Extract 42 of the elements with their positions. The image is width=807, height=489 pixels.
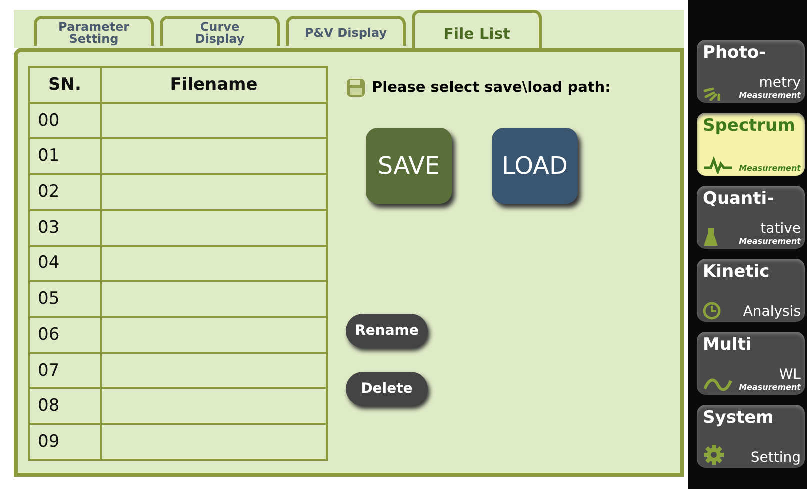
- tab[interactable]: P&V Display: [286, 16, 406, 46]
- table-cell[interactable]: [101, 210, 327, 246]
- sidebar-item[interactable]: Quanti- tative Measurement: [697, 186, 805, 249]
- table-cell: 09: [29, 424, 101, 460]
- tab[interactable]: File List: [412, 10, 542, 48]
- sidebar-item[interactable]: Kinetic Analysis: [697, 259, 805, 322]
- sidebar-item[interactable]: Photo- metry Measurement: [697, 40, 805, 103]
- table-cell: 06: [29, 317, 101, 353]
- table-cell: 08: [29, 388, 101, 424]
- table-cell[interactable]: [101, 246, 327, 282]
- table-cell[interactable]: [101, 388, 327, 424]
- table-cell: 00: [29, 102, 101, 138]
- rename-button[interactable]: Rename: [346, 314, 428, 348]
- path-prompt: Please select save\load path:: [372, 80, 611, 96]
- table-cell[interactable]: [101, 102, 327, 138]
- tab[interactable]: Parameter Setting: [34, 16, 154, 46]
- column-header: Filename: [101, 67, 327, 103]
- table-cell: 04: [29, 246, 101, 282]
- wave-icon: [703, 377, 733, 393]
- table-cell[interactable]: [101, 174, 327, 210]
- save-button[interactable]: SAVE: [366, 128, 452, 204]
- table-cell: 03: [29, 210, 101, 246]
- table-cell[interactable]: [101, 424, 327, 460]
- table-cell: 01: [29, 138, 101, 174]
- tab[interactable]: Curve Display: [160, 16, 280, 46]
- pulse-icon: [703, 156, 733, 174]
- load-button[interactable]: LOAD: [492, 128, 578, 204]
- column-header: SN.: [29, 67, 101, 103]
- table-cell: 05: [29, 281, 101, 318]
- sidebar-item[interactable]: Multi WL Measurement: [697, 332, 805, 395]
- table-cell[interactable]: [101, 352, 327, 388]
- sidebar-item[interactable]: System Setting: [697, 405, 805, 468]
- table-cell[interactable]: [101, 281, 327, 318]
- clock-icon: [703, 302, 721, 320]
- gear-icon: [703, 444, 725, 466]
- sidebar-item[interactable]: Spectrum Measurement: [697, 113, 805, 176]
- table-cell: 02: [29, 174, 101, 210]
- table-cell[interactable]: [101, 138, 327, 174]
- table-cell: 07: [29, 352, 101, 388]
- flask-icon: [703, 227, 719, 247]
- table-cell[interactable]: [101, 317, 327, 353]
- delete-button[interactable]: Delete: [346, 372, 428, 406]
